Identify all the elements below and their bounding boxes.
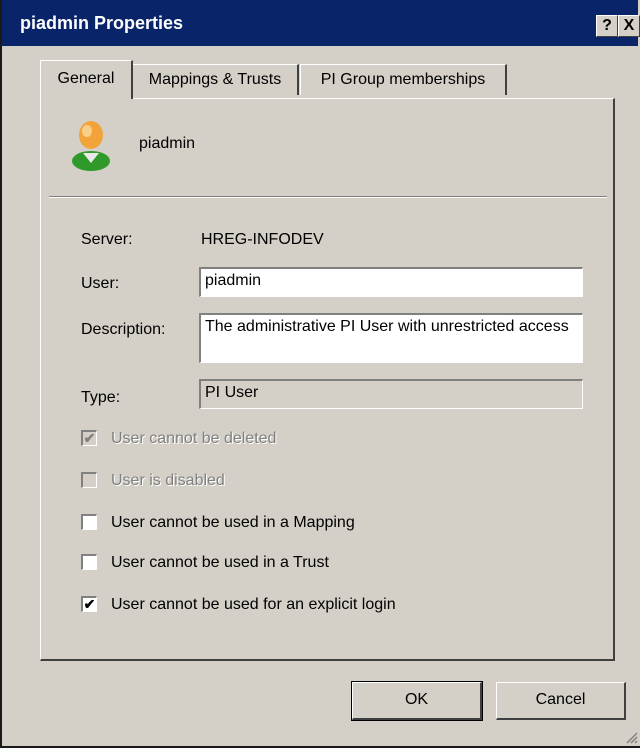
tab-pi-group-memberships[interactable]: PI Group memberships: [300, 64, 507, 95]
user-label: User:: [81, 275, 120, 292]
no-explicit-login-checkbox[interactable]: ✔: [81, 596, 97, 612]
description-label: Description:: [81, 321, 166, 338]
type-field: PI User: [199, 379, 583, 409]
no-explicit-login-label: User cannot be used for an explicit logi…: [111, 596, 396, 613]
type-label: Type:: [81, 389, 121, 406]
separator: [49, 196, 607, 198]
no-mapping-checkbox[interactable]: [81, 514, 97, 530]
tab-general[interactable]: General: [40, 60, 133, 99]
user-name: piadmin: [139, 135, 196, 152]
no-trust-checkbox[interactable]: [81, 554, 97, 570]
window-title: piadmin Properties: [20, 13, 184, 33]
title-bar[interactable]: piadmin Properties ? X: [2, 0, 640, 46]
tab-pi-group-memberships-label: PI Group memberships: [320, 71, 486, 88]
cannot-be-deleted-label: User cannot be deleted: [111, 430, 277, 447]
user-icon: [72, 121, 110, 171]
resize-grip-icon[interactable]: [624, 730, 638, 744]
user-input[interactable]: piadmin: [199, 267, 583, 297]
close-button[interactable]: X: [618, 15, 640, 37]
properties-dialog: piadmin Properties ? X General Mappings …: [0, 0, 640, 748]
tab-mappings-trusts[interactable]: Mappings & Trusts: [132, 64, 299, 95]
server-label: Server:: [81, 231, 133, 248]
cancel-button[interactable]: Cancel: [496, 682, 626, 720]
is-disabled-checkbox[interactable]: [81, 472, 97, 488]
is-disabled-label: User is disabled: [111, 472, 225, 489]
help-button[interactable]: ?: [596, 15, 618, 37]
description-input[interactable]: The administrative PI User with unrestri…: [199, 313, 583, 363]
no-trust-label: User cannot be used in a Trust: [111, 554, 329, 571]
tab-general-label: General: [57, 70, 115, 87]
server-value: HREG-INFODEV: [201, 231, 324, 248]
no-mapping-label: User cannot be used in a Mapping: [111, 514, 355, 531]
cannot-be-deleted-checkbox[interactable]: ✔: [81, 430, 97, 446]
general-tab-panel: piadmin Server: HREG-INFODEV User: piadm…: [40, 98, 615, 661]
tab-mappings-trusts-label: Mappings & Trusts: [148, 71, 282, 88]
ok-button[interactable]: OK: [351, 681, 483, 721]
